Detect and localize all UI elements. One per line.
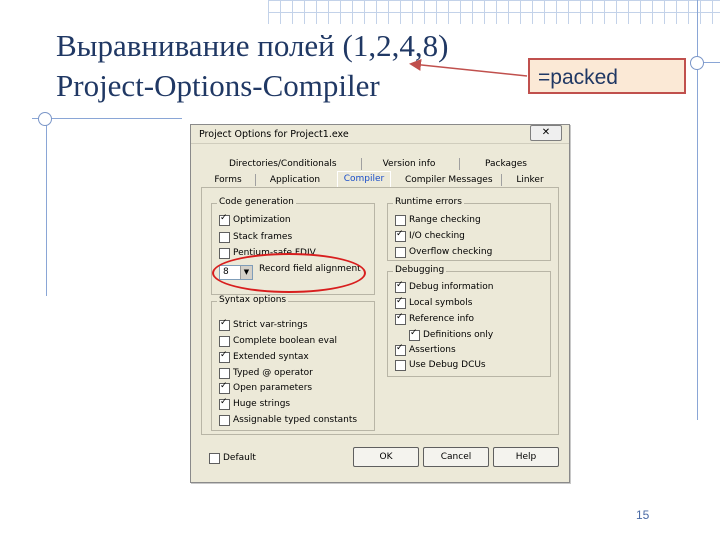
checkbox-box[interactable] bbox=[395, 229, 406, 242]
close-button[interactable]: ✕ bbox=[530, 125, 562, 141]
runtime-errors-title: Runtime errors bbox=[393, 197, 464, 207]
checkbox-box[interactable] bbox=[219, 248, 230, 259]
page-number: 15 bbox=[636, 508, 650, 522]
tab-compiler[interactable]: Compiler bbox=[337, 171, 391, 188]
tab-forms[interactable]: Forms bbox=[213, 173, 243, 187]
checkbox-box[interactable] bbox=[219, 397, 230, 410]
checkbox-box[interactable] bbox=[219, 415, 230, 426]
checkbox-box[interactable] bbox=[219, 318, 230, 331]
tab-separator bbox=[501, 174, 502, 186]
checkbox-label: Local symbols bbox=[409, 298, 473, 308]
checkbox-box[interactable] bbox=[219, 381, 230, 394]
checkbox-box[interactable] bbox=[395, 343, 406, 356]
checkbox-box[interactable] bbox=[219, 232, 230, 243]
tab-separator bbox=[459, 158, 460, 170]
dialog-titlebar[interactable]: Project Options for Project1.exe ✕ bbox=[191, 125, 569, 144]
debugging-title: Debugging bbox=[393, 265, 447, 275]
checkbox-label: I/O checking bbox=[409, 231, 465, 241]
checkbox-label: Use Debug DCUs bbox=[409, 360, 486, 370]
project-options-dialog: Project Options for Project1.exe ✕ Direc… bbox=[190, 124, 570, 483]
tab-packages[interactable]: Packages bbox=[481, 157, 531, 171]
checkbox-box[interactable] bbox=[395, 280, 406, 293]
checkbox-label: Overflow checking bbox=[409, 247, 493, 257]
highlight-ellipse bbox=[212, 253, 366, 293]
checkbox-box[interactable] bbox=[219, 368, 230, 379]
checkbox-box[interactable] bbox=[219, 213, 230, 226]
tab-separator bbox=[361, 158, 362, 170]
checkbox-label: Reference info bbox=[409, 314, 475, 324]
checkbox-label: Strict var-strings bbox=[233, 320, 308, 330]
tab-directories[interactable]: Directories/Conditionals bbox=[229, 157, 337, 171]
tab-separator bbox=[255, 174, 256, 186]
checkbox-label: Huge strings bbox=[233, 399, 291, 409]
help-button[interactable]: Help bbox=[493, 447, 559, 467]
checkbox-box[interactable] bbox=[395, 215, 406, 226]
checkbox-label: Range checking bbox=[409, 215, 481, 225]
tab-linker[interactable]: Linker bbox=[511, 173, 549, 187]
checkbox-label: Debug information bbox=[409, 282, 494, 292]
checkbox-label: Default bbox=[223, 453, 256, 463]
tab-version-info[interactable]: Version info bbox=[377, 157, 441, 171]
checkbox-box[interactable] bbox=[409, 328, 420, 341]
checkbox-label: Stack frames bbox=[233, 232, 293, 242]
ok-button[interactable]: OK bbox=[353, 447, 419, 467]
checkbox-label: Optimization bbox=[233, 215, 291, 225]
code-generation-title: Code generation bbox=[217, 197, 296, 207]
checkbox-label: Open parameters bbox=[233, 383, 313, 393]
syntax-options-title: Syntax options bbox=[217, 295, 289, 305]
checkbox-label: Assertions bbox=[409, 345, 456, 355]
dialog-title: Project Options for Project1.exe bbox=[199, 129, 349, 140]
checkbox-box[interactable] bbox=[209, 453, 220, 464]
tab-application[interactable]: Application bbox=[269, 173, 321, 187]
checkbox-box[interactable] bbox=[219, 336, 230, 347]
checkbox-box[interactable] bbox=[395, 247, 406, 258]
checkbox-label: Assignable typed constants bbox=[233, 415, 358, 425]
checkbox-box[interactable] bbox=[395, 296, 406, 309]
tab-compiler-messages[interactable]: Compiler Messages bbox=[405, 173, 493, 187]
checkbox-box[interactable] bbox=[219, 350, 230, 363]
cancel-button[interactable]: Cancel bbox=[423, 447, 489, 467]
checkbox-label: Extended syntax bbox=[233, 352, 309, 362]
checkbox-box[interactable] bbox=[395, 312, 406, 325]
checkbox-label: Typed @ operator bbox=[233, 368, 313, 378]
checkbox-label: Definitions only bbox=[423, 330, 494, 340]
checkbox-box[interactable] bbox=[395, 360, 406, 371]
checkbox-label: Complete boolean eval bbox=[233, 336, 337, 346]
